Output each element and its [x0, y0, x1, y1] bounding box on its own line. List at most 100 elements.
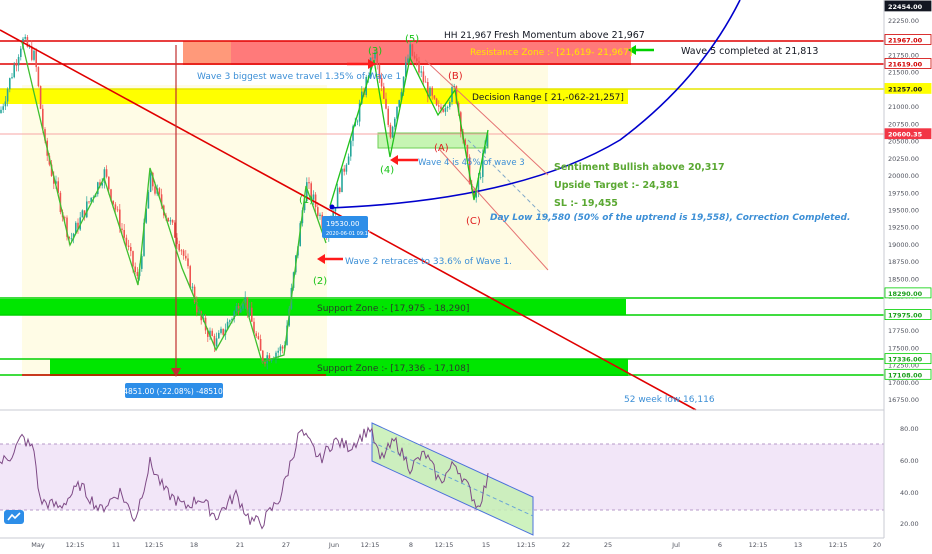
- candle-body: [0, 109, 2, 114]
- time-tick: Jun: [328, 541, 339, 549]
- candle-body: [108, 176, 110, 190]
- candle-body: [385, 98, 387, 109]
- time-axis[interactable]: May 12:15 11 12:15 18 21 27 Jun 12:15 8 12:15 15 12:…: [31, 541, 881, 549]
- support-zone-2-label: Support Zone :- [17,336 - 17,108]: [317, 364, 469, 374]
- candle-body: [167, 217, 169, 222]
- candle-body: [394, 118, 396, 127]
- candle-body: [220, 328, 222, 333]
- candle-body: [442, 109, 444, 112]
- wave-label-2: (2): [313, 276, 327, 287]
- fresh-momentum-label: Fresh Momentum above 21,967: [494, 30, 645, 41]
- price-tag: 18290.00: [888, 290, 923, 298]
- price-tag: 21619.00: [888, 60, 923, 68]
- time-tick: 13: [794, 541, 802, 549]
- candle-body: [422, 71, 425, 82]
- candle-body: [350, 140, 352, 157]
- price-tag: 17336.00: [888, 356, 923, 364]
- candle-body: [215, 338, 218, 347]
- price-tick: 20000.00: [888, 172, 919, 180]
- candle-body: [319, 214, 321, 216]
- price-tick: 21500.00: [888, 69, 919, 77]
- candle-body: [174, 222, 176, 238]
- candle-body: [409, 44, 411, 59]
- candle-body: [136, 271, 139, 277]
- candle-body: [235, 306, 238, 312]
- candle-body: [88, 201, 90, 203]
- candle-body: [218, 332, 220, 339]
- price-axis[interactable]: 22250.0022000.0021750.0021500.0021250.00…: [888, 17, 919, 404]
- candle-body: [125, 237, 128, 246]
- price-point-value: 19530.00: [326, 220, 359, 228]
- price-tag: 17975.00: [888, 312, 923, 320]
- wave-label-4: (4): [380, 165, 394, 176]
- price-tick: 19000.00: [888, 241, 919, 249]
- hh-label: HH 21,967: [444, 31, 492, 41]
- candle-body: [105, 169, 108, 177]
- price-tick: 18750.00: [888, 258, 919, 266]
- candle-body: [416, 58, 418, 62]
- resistance-zone-tint: [183, 41, 231, 65]
- candle-body: [411, 44, 414, 56]
- candle-body: [33, 50, 35, 60]
- wave-label-C: (C): [466, 216, 481, 227]
- candle-body: [158, 188, 161, 195]
- candle-body: [130, 247, 132, 252]
- candle-body: [20, 48, 22, 58]
- candle-body: [191, 286, 194, 288]
- candle-body: [134, 266, 136, 272]
- sentiment-label: Sentiment Bullish above 20,317: [554, 162, 725, 173]
- candle-body: [4, 101, 7, 107]
- tradingview-logo-icon[interactable]: [4, 509, 24, 524]
- price-tick: 17000.00: [888, 379, 919, 387]
- price-tick: 17750.00: [888, 327, 919, 335]
- time-tick: 6: [718, 541, 722, 549]
- time-tick: 25: [604, 541, 612, 549]
- price-tag: 17108.00: [888, 371, 923, 379]
- candle-body: [171, 220, 174, 223]
- price-tick: 20250.00: [888, 155, 919, 163]
- candle-body: [187, 258, 189, 267]
- candle-body: [387, 108, 389, 125]
- candle-body: [281, 346, 284, 349]
- candle-body: [255, 333, 257, 337]
- arrow-wave4: [390, 155, 418, 165]
- time-tick: Jul: [671, 541, 680, 549]
- candle-body: [149, 172, 152, 192]
- candle-body: [341, 168, 343, 193]
- price-tick: 16750.00: [888, 396, 919, 404]
- candle-body: [317, 207, 319, 216]
- candle-body: [114, 204, 117, 210]
- candle-body: [116, 209, 119, 211]
- candle-body: [169, 220, 172, 222]
- candle-body: [262, 350, 264, 362]
- candle-body: [9, 78, 11, 90]
- measure-badge-text: -4851.00 (-22.08%) -485100: [121, 387, 228, 396]
- candle-body: [449, 102, 451, 107]
- candle-body: [446, 106, 449, 109]
- time-tick: 8: [409, 541, 413, 549]
- wave5-completed-label: Wave 5 completed at 21,813: [681, 46, 818, 57]
- price-tick: 17500.00: [888, 344, 919, 352]
- upside-target-label: Upside Target :- 24,381: [554, 180, 679, 191]
- time-tick: 11: [112, 541, 120, 549]
- stop-loss-label: SL :- 19,455: [554, 198, 618, 209]
- candle-body: [372, 57, 374, 59]
- candle-body: [435, 98, 438, 106]
- chart-panel[interactable]: HH 21,967 Fresh Momentum above 21,967 Re…: [0, 0, 932, 550]
- price-point-dot: [329, 204, 335, 210]
- candle-body: [431, 87, 433, 96]
- candle-body: [81, 210, 84, 218]
- candle-body: [345, 164, 348, 172]
- price-chart[interactable]: HH 21,967 Fresh Momentum above 21,967 Re…: [0, 0, 932, 550]
- decision-range-label: Decision Range [ 21,-062-21,257]: [472, 93, 624, 103]
- candle-body: [420, 71, 422, 73]
- time-tick: 18: [190, 541, 198, 549]
- time-tick: 12:15: [66, 541, 85, 549]
- candle-body: [314, 194, 317, 208]
- candle-body: [418, 61, 420, 73]
- time-tick: 27: [282, 541, 290, 549]
- candle-body: [259, 338, 262, 351]
- time-tick: 15: [482, 541, 490, 549]
- time-tick: 12:15: [829, 541, 848, 549]
- candle-body: [180, 250, 183, 252]
